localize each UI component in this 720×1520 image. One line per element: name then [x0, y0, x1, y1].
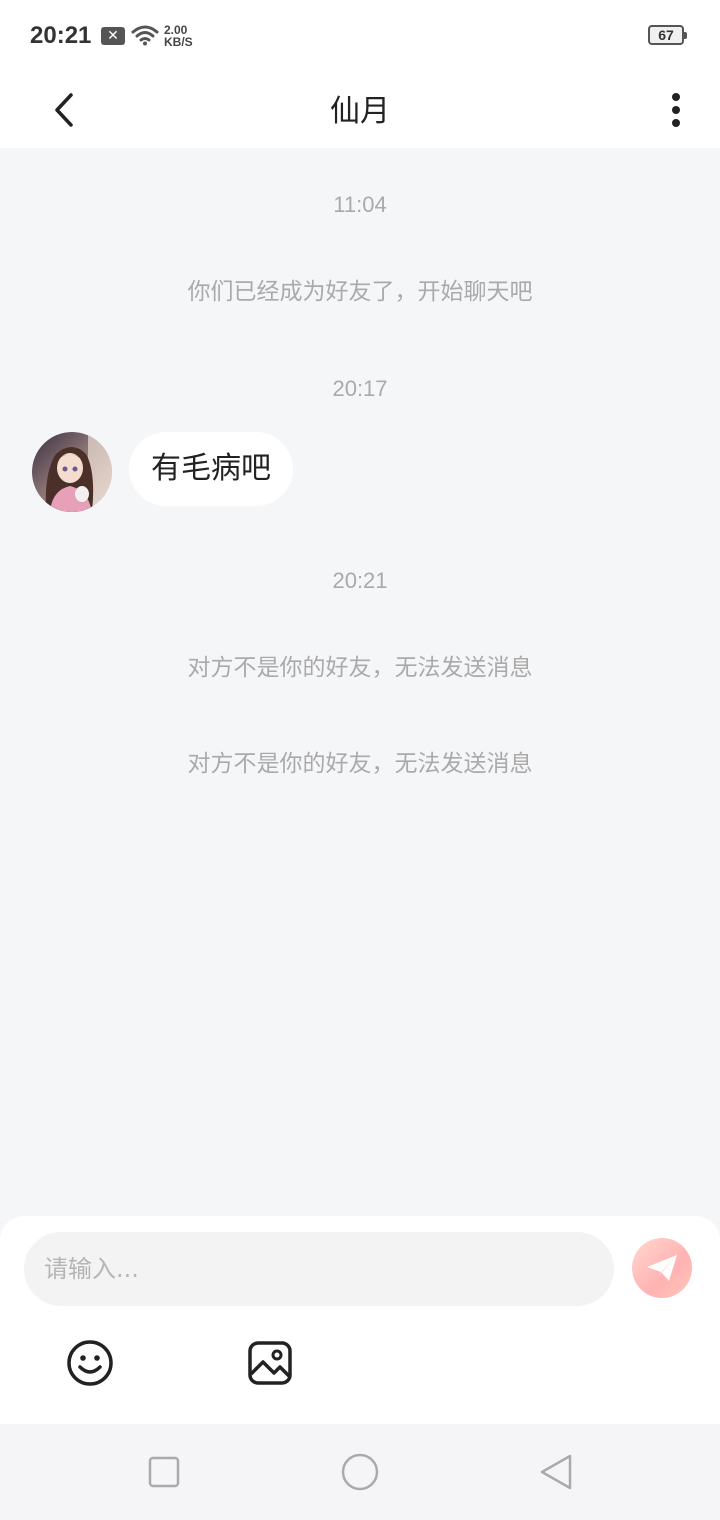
system-back-button[interactable]: [536, 1452, 576, 1492]
timestamp: 20:21: [332, 568, 388, 593]
send-button[interactable]: [632, 1238, 692, 1298]
chat-header: 仙月: [0, 72, 720, 148]
network-speed: 2.00 KB/S: [164, 24, 193, 48]
system-message: 对方不是你的好友，无法发送消息: [187, 655, 533, 681]
system-nav-bar: [0, 1424, 720, 1520]
x-box-icon: ✕: [101, 27, 125, 45]
composer-panel: [0, 1216, 720, 1424]
home-button[interactable]: [340, 1452, 380, 1492]
page-title: 仙月: [330, 94, 390, 129]
battery-icon: 67: [648, 25, 687, 45]
recents-square-icon: [148, 1456, 180, 1488]
message-input[interactable]: [24, 1232, 614, 1306]
system-message: 对方不是你的好友，无法发送消息: [187, 751, 533, 777]
paper-plane-icon: [647, 1255, 677, 1281]
chat-message-list[interactable]: 11:04 你们已经成为好友了，开始聊天吧 20:17 有毛病吧 20:21 对…: [0, 148, 720, 1216]
more-vertical-icon: [672, 93, 680, 127]
home-circle-icon: [341, 1453, 379, 1491]
avatar[interactable]: [32, 432, 112, 512]
status-bar: 20:21 ✕ 2.00 KB/S 67: [0, 0, 720, 72]
wifi-icon: [131, 24, 159, 50]
image-button[interactable]: [245, 1338, 295, 1388]
status-time: 20:21: [30, 22, 92, 49]
timestamp: 11:04: [333, 192, 387, 217]
system-message: 你们已经成为好友了，开始聊天吧: [187, 279, 533, 305]
more-button[interactable]: [660, 82, 692, 138]
avatar-image: [32, 432, 112, 512]
image-icon: [248, 1341, 292, 1385]
timestamp: 20:17: [332, 376, 388, 401]
back-triangle-icon: [540, 1454, 572, 1490]
network-speed-unit: KB/S: [164, 35, 193, 49]
message-bubble[interactable]: 有毛病吧: [129, 432, 293, 506]
emoji-button[interactable]: [65, 1338, 115, 1388]
emoji-icon: [67, 1340, 113, 1386]
battery-level: 67: [658, 27, 674, 43]
recents-button[interactable]: [144, 1452, 184, 1492]
